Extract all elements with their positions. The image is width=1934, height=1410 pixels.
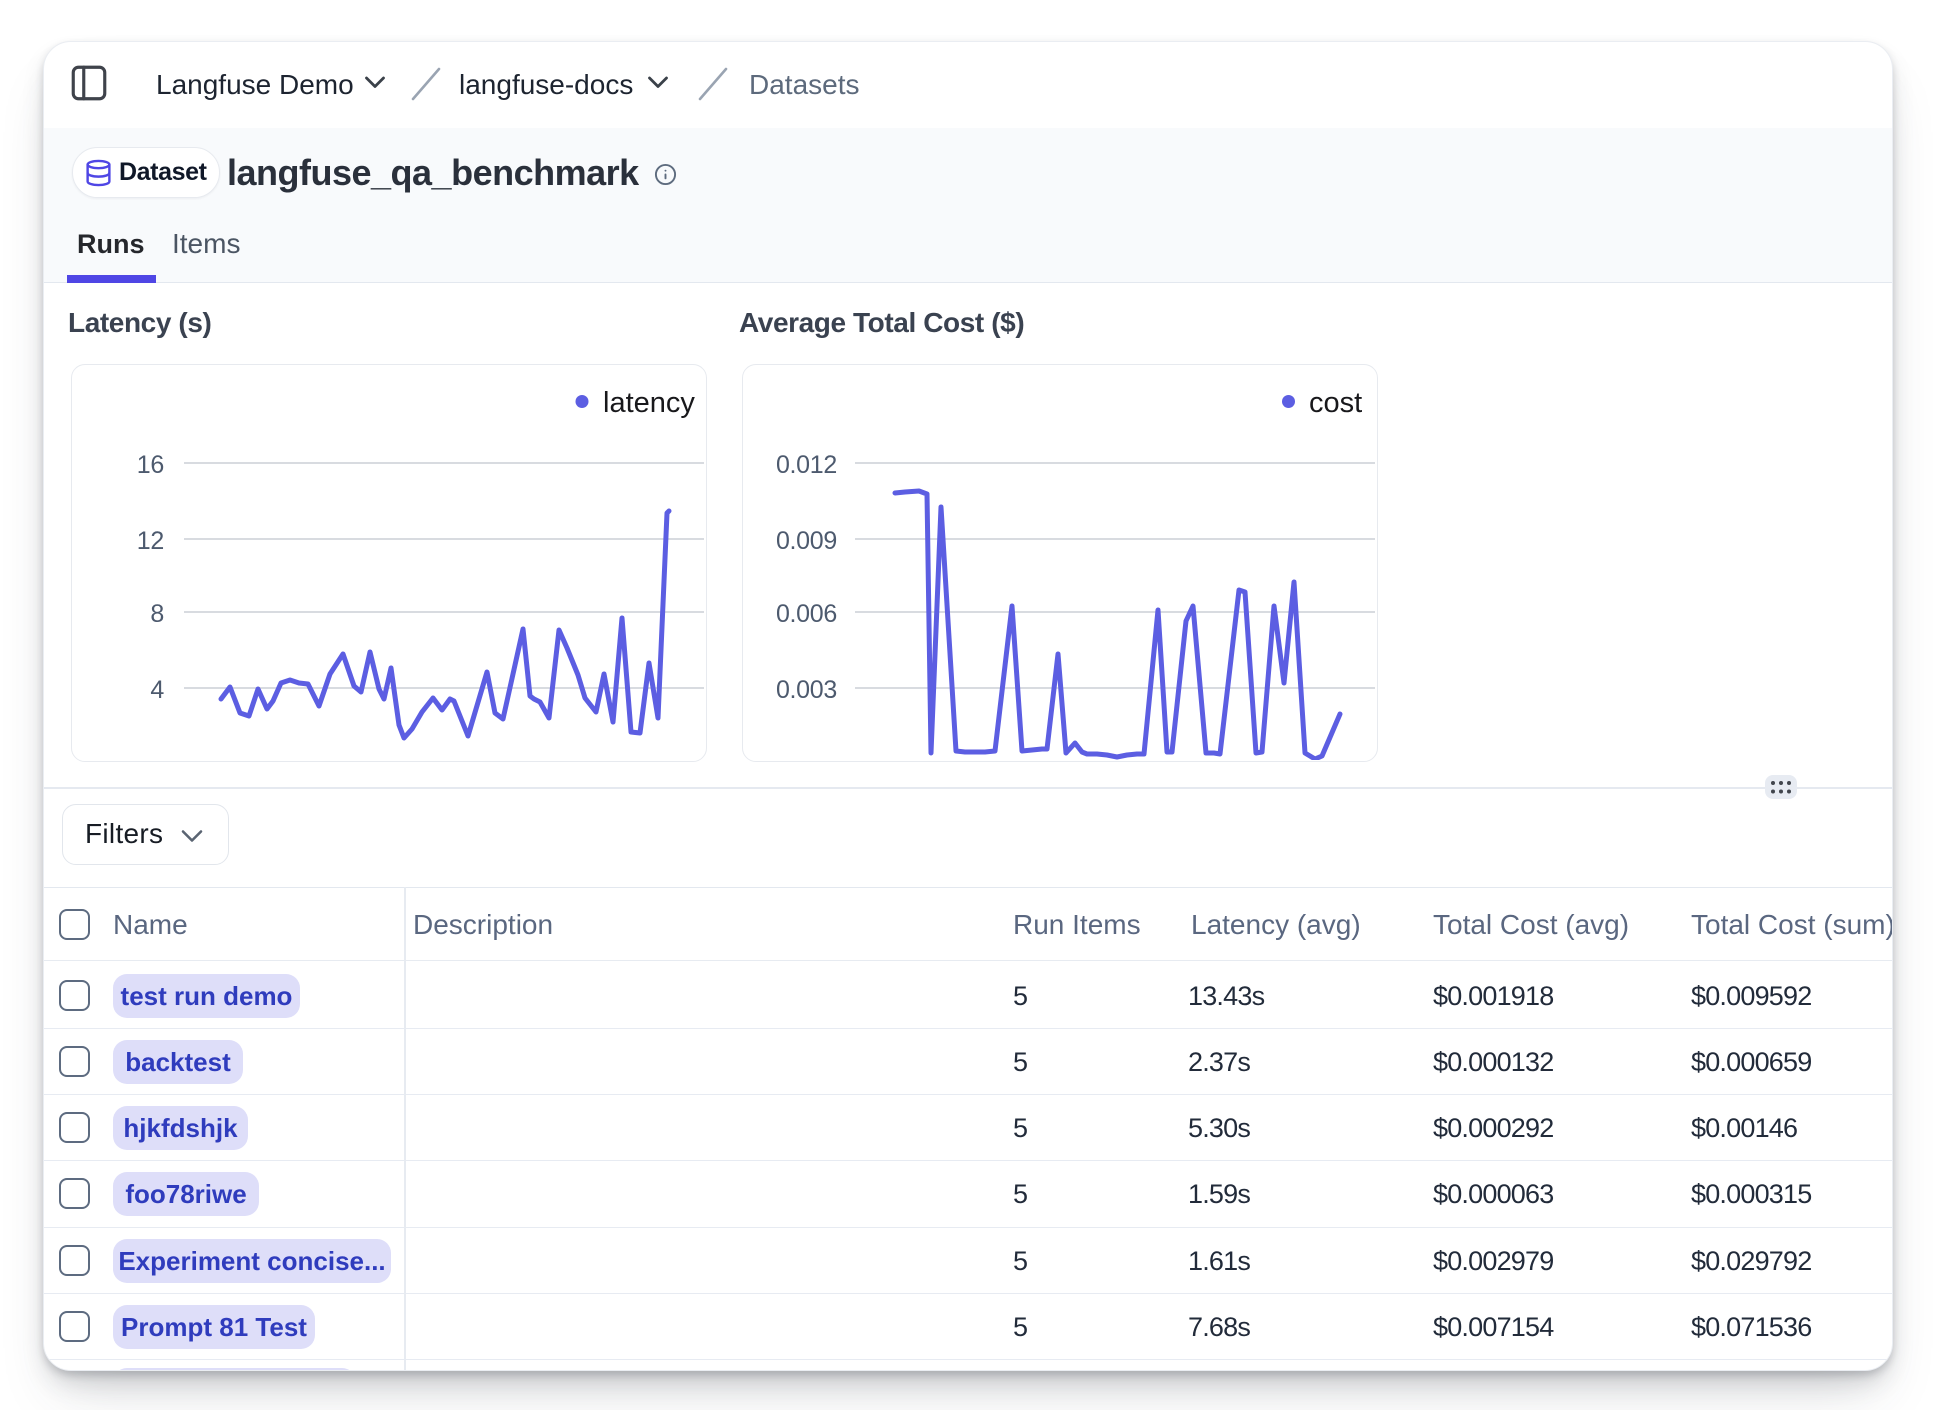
svg-text:0.012: 0.012 bbox=[776, 451, 837, 479]
svg-text:0.009: 0.009 bbox=[776, 527, 837, 555]
svg-text:16: 16 bbox=[137, 451, 164, 479]
svg-text:4: 4 bbox=[150, 676, 164, 704]
svg-text:0.006: 0.006 bbox=[776, 600, 837, 628]
svg-text:8: 8 bbox=[150, 600, 164, 628]
svg-text:latency: latency bbox=[603, 387, 695, 419]
svg-text:12: 12 bbox=[137, 527, 164, 555]
svg-text:cost: cost bbox=[1309, 387, 1362, 419]
svg-text:0.003: 0.003 bbox=[776, 676, 837, 704]
